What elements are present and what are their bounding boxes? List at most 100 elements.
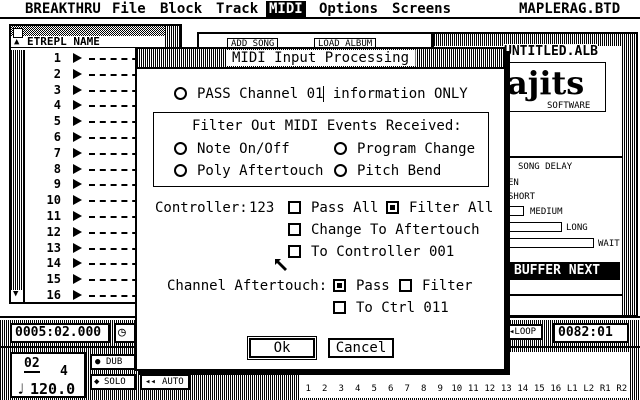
ok-button[interactable]: Ok [247, 336, 317, 360]
track-row[interactable]: 9 [27, 178, 151, 190]
play-arrow-icon[interactable] [73, 211, 82, 221]
track-row[interactable]: 1 [27, 52, 151, 64]
aftertouch-filter-checkbox[interactable] [399, 279, 412, 292]
play-arrow-icon[interactable] [73, 163, 82, 174]
channel-column[interactable]: 15 [531, 352, 548, 398]
to-ctrl-checkbox[interactable] [333, 301, 346, 314]
program-change-radio[interactable] [334, 142, 347, 155]
track-row[interactable]: 5 [27, 115, 151, 127]
channel-column[interactable]: 14 [515, 352, 532, 398]
play-arrow-icon[interactable] [73, 195, 82, 206]
filter-all-checkbox[interactable] [386, 201, 399, 214]
channel-column[interactable]: 16 [548, 352, 565, 398]
play-arrow-icon[interactable] [73, 226, 82, 237]
album-name: UNTITLED.ALB [504, 44, 598, 59]
play-arrow-icon[interactable] [73, 258, 82, 269]
delay-none[interactable]: EN [508, 178, 519, 188]
menu-midi[interactable]: MIDI [266, 1, 306, 17]
menu-file[interactable]: File [109, 1, 149, 17]
controller-number[interactable]: 123 [249, 200, 274, 216]
pass-all-checkbox[interactable] [288, 201, 301, 214]
delay-long[interactable]: LONG [566, 223, 588, 233]
track-scrollbar[interactable]: ▼ [11, 50, 25, 302]
delay-wait-box[interactable] [508, 238, 594, 248]
delay-wait[interactable]: WAIT [598, 239, 620, 249]
auto-button[interactable]: ◂◂ AUTO [140, 374, 190, 390]
play-arrow-icon[interactable] [73, 147, 82, 158]
play-arrow-icon[interactable] [73, 116, 82, 127]
track-row[interactable]: 15 [27, 273, 151, 285]
menu-app[interactable]: BREAKTHRU [22, 1, 104, 17]
play-arrow-icon[interactable] [73, 274, 82, 285]
play-arrow-icon[interactable] [73, 84, 82, 95]
channel-column[interactable]: R2 [614, 352, 631, 398]
delay-long-box[interactable] [508, 222, 562, 232]
track-row[interactable]: 14 [27, 257, 151, 269]
clock-icon[interactable]: ◷ [114, 323, 136, 343]
tempo-value[interactable]: 120.0 [30, 380, 75, 398]
poly-aftertouch-radio[interactable] [174, 164, 187, 177]
play-arrow-icon[interactable] [73, 132, 82, 142]
aftertouch-pass-checkbox[interactable] [333, 279, 346, 292]
track-row[interactable]: 13 [27, 242, 151, 254]
play-arrow-icon[interactable] [73, 179, 82, 190]
track-row[interactable]: 11 [27, 210, 151, 222]
track-number: 5 [53, 114, 61, 129]
menu-options[interactable]: Options [316, 1, 381, 17]
track-row[interactable]: 6 [27, 131, 151, 143]
current-filename: MAPLERAG.BTD [519, 1, 621, 17]
track-row[interactable]: 8 [27, 163, 151, 175]
channel-label: 16 [550, 384, 562, 394]
position-counter[interactable]: 0005:02.000 [10, 323, 110, 343]
logo-sub: SOFTWARE [547, 101, 591, 111]
cancel-button[interactable]: Cancel [328, 338, 394, 358]
up-arrow-icon[interactable]: ▲ [14, 36, 19, 48]
loop-button[interactable]: ◂LOOP [505, 324, 543, 340]
pass-channel-radio[interactable] [174, 87, 187, 100]
play-arrow-icon[interactable] [73, 242, 82, 253]
solo-button[interactable]: ◆ SOLO [90, 374, 136, 390]
change-aftertouch-checkbox[interactable] [288, 223, 301, 236]
pitch-bend-radio[interactable] [334, 164, 347, 177]
tempo-panel: 02 4 ♩ 120.0 [10, 352, 86, 398]
channel-column[interactable]: L2 [581, 352, 598, 398]
dub-dot-icon: ● [95, 357, 101, 367]
end-position[interactable]: 0082:01 [553, 323, 629, 343]
menu-track[interactable]: Track [213, 1, 261, 17]
track-row[interactable]: 4 [27, 99, 151, 111]
channel-column[interactable]: R1 [597, 352, 614, 398]
scrollbar-track[interactable] [11, 50, 23, 290]
song-delay-panel: SONG DELAY EN SHORT MEDIUM LONG WAIT BUF… [506, 156, 632, 296]
down-arrow-icon[interactable]: ▼ [13, 289, 18, 299]
pass-channel-number[interactable]: 01 [306, 86, 325, 102]
track-row[interactable]: 10 [27, 194, 151, 206]
delay-medium-box[interactable] [508, 206, 524, 216]
buffer-next-button[interactable]: BUFFER NEXT [508, 262, 620, 280]
logo-text: ajits [507, 64, 585, 102]
play-arrow-icon[interactable] [73, 68, 82, 79]
track-row[interactable]: 3 [27, 84, 151, 96]
solo-label: SOLO [104, 377, 126, 387]
channel-column[interactable]: L1 [564, 352, 581, 398]
channel-label: R1 [599, 384, 611, 394]
play-arrow-icon[interactable] [73, 100, 82, 111]
play-arrow-icon[interactable] [73, 290, 82, 300]
track-row[interactable]: 16 [27, 289, 151, 301]
delay-short[interactable]: SHORT [508, 192, 535, 202]
channel-label: R2 [616, 384, 628, 394]
menu-screens[interactable]: Screens [389, 1, 454, 17]
time-sig-bottom[interactable]: 4 [60, 364, 68, 379]
delay-medium[interactable]: MEDIUM [530, 207, 563, 217]
pitch-bend-label: Pitch Bend [357, 163, 442, 179]
track-number: 12 [46, 224, 61, 239]
track-row[interactable]: 2 [27, 68, 151, 80]
play-arrow-icon[interactable] [73, 53, 82, 63]
channel-label: 7 [404, 384, 410, 394]
time-sig-top[interactable]: 02 [24, 356, 40, 373]
track-row[interactable]: 7 [27, 147, 151, 159]
menu-block[interactable]: Block [157, 1, 205, 17]
track-row[interactable]: 12 [27, 226, 151, 238]
dub-button[interactable]: ● DUB [90, 354, 136, 370]
note-onoff-radio[interactable] [174, 142, 187, 155]
channel-aftertouch-label: Channel Aftertouch: [167, 278, 328, 294]
